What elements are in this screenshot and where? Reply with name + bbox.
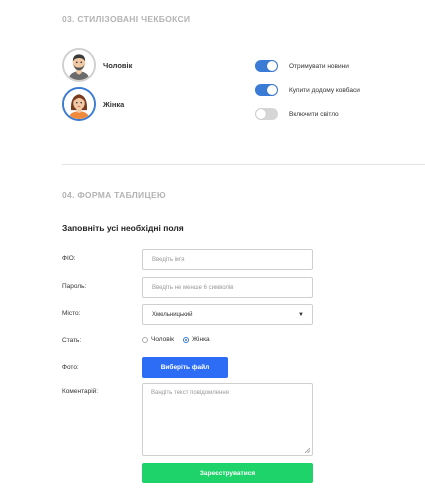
comment-placeholder: Вандіть текст повідомлення [151, 390, 229, 396]
photo-label: Фото: [62, 364, 79, 371]
toggle-row-light[interactable]: Включити світло [255, 108, 339, 120]
radio-male[interactable]: Чоловік [142, 336, 174, 343]
city-label: Місто: [62, 310, 81, 317]
gender-label: Стать: [62, 337, 82, 344]
comment-label: Коментарій: [62, 388, 99, 395]
person-male[interactable]: Чоловік [62, 48, 132, 82]
section-title-checkboxes: 03. Стилізовані чекбокси [62, 14, 191, 24]
choose-file-button[interactable]: Виберіть файл [142, 357, 228, 378]
toggle-switch[interactable] [255, 108, 278, 120]
toggle-switch[interactable] [255, 84, 278, 96]
name-input[interactable]: Введіть ім'я [142, 249, 313, 270]
section-divider [62, 164, 425, 165]
gender-radio-group: Чоловік Жінка [142, 336, 219, 343]
toggle-label: Купити додому ковбаси [289, 86, 360, 94]
password-label: Пароль: [62, 283, 87, 290]
form-title: Заповніть усі необхідні поля [62, 223, 184, 233]
male-avatar-icon [62, 48, 96, 82]
name-label: ФІО: [62, 255, 76, 262]
toggle-row-sausage[interactable]: Купити додому ковбаси [255, 84, 360, 96]
register-button[interactable]: Зареєструватися [142, 463, 313, 483]
female-avatar-icon [62, 87, 96, 121]
toggle-row-news[interactable]: Отримувати новини [255, 60, 349, 72]
password-input[interactable]: Введіть не менше 6 символів [142, 277, 313, 298]
toggle-switch[interactable] [255, 60, 278, 72]
person-female[interactable]: Жінка [62, 87, 124, 121]
comment-textarea[interactable]: Вандіть текст повідомлення [142, 383, 313, 456]
person-label-female: Жінка [103, 99, 125, 109]
caret-down-icon: ▼ [298, 311, 304, 318]
radio-circle-icon [142, 336, 148, 343]
person-label-male: Чоловік [103, 60, 133, 70]
toggle-label: Отримувати новини [289, 62, 349, 70]
radio-label-male: Чоловік [151, 336, 175, 343]
radio-label-female: Жінка [192, 336, 210, 343]
resize-handle-icon[interactable] [304, 447, 310, 453]
radio-female[interactable]: Жінка [183, 336, 210, 343]
radio-checked-icon [183, 336, 190, 343]
section-title-form: 04. Форма таблицею [62, 190, 166, 200]
toggle-label: Включити світло [289, 110, 339, 118]
city-select[interactable]: Хмельницький ▼ [142, 304, 313, 325]
city-select-value: Хмельницький [152, 311, 193, 318]
